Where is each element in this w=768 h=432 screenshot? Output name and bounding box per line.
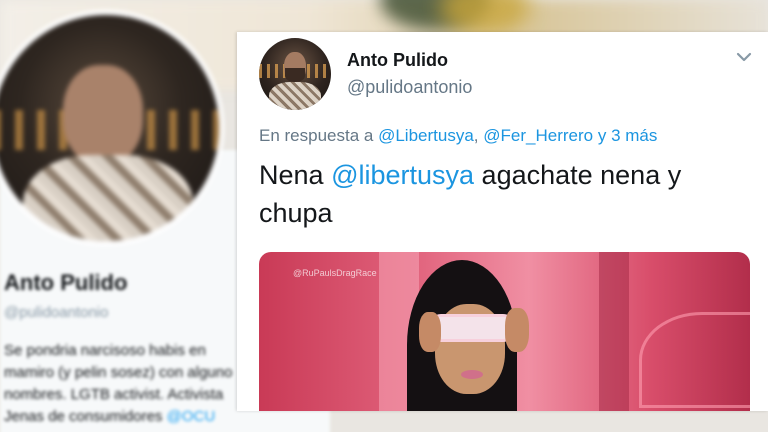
- reply-user-link[interactable]: @Libertusya: [378, 126, 474, 145]
- tweet-card[interactable]: Anto Pulido @pulidoantonio En respuesta …: [237, 32, 768, 411]
- chevron-down-icon[interactable]: [735, 48, 753, 66]
- tweet-media-gif[interactable]: @RuPaulsDragRace: [259, 252, 750, 411]
- reply-context: En respuesta a @Libertusya, @Fer_Herrero…: [259, 126, 657, 146]
- reply-prefix: En respuesta a: [259, 126, 374, 145]
- background-profile-handle: @pulidoantonio: [4, 304, 109, 321]
- mention-link[interactable]: @libertusya: [331, 160, 474, 190]
- tweet-text: Nena @libertusya agachate nena y chupa: [259, 160, 682, 228]
- reply-user-link[interactable]: @Fer_Herrero: [483, 126, 593, 145]
- reply-separator: ,: [473, 126, 479, 145]
- media-watermark: @RuPaulsDragRace: [293, 268, 377, 278]
- avatar[interactable]: [259, 38, 331, 110]
- author-handle[interactable]: @pulidoantonio: [347, 77, 472, 98]
- background-profile-name: Anto Pulido: [4, 270, 128, 295]
- background-profile-avatar: [0, 10, 224, 246]
- background-bio-link: @OCU: [166, 408, 216, 425]
- reply-more-link[interactable]: y 3 más: [598, 126, 658, 145]
- author-name[interactable]: Anto Pulido: [347, 50, 448, 71]
